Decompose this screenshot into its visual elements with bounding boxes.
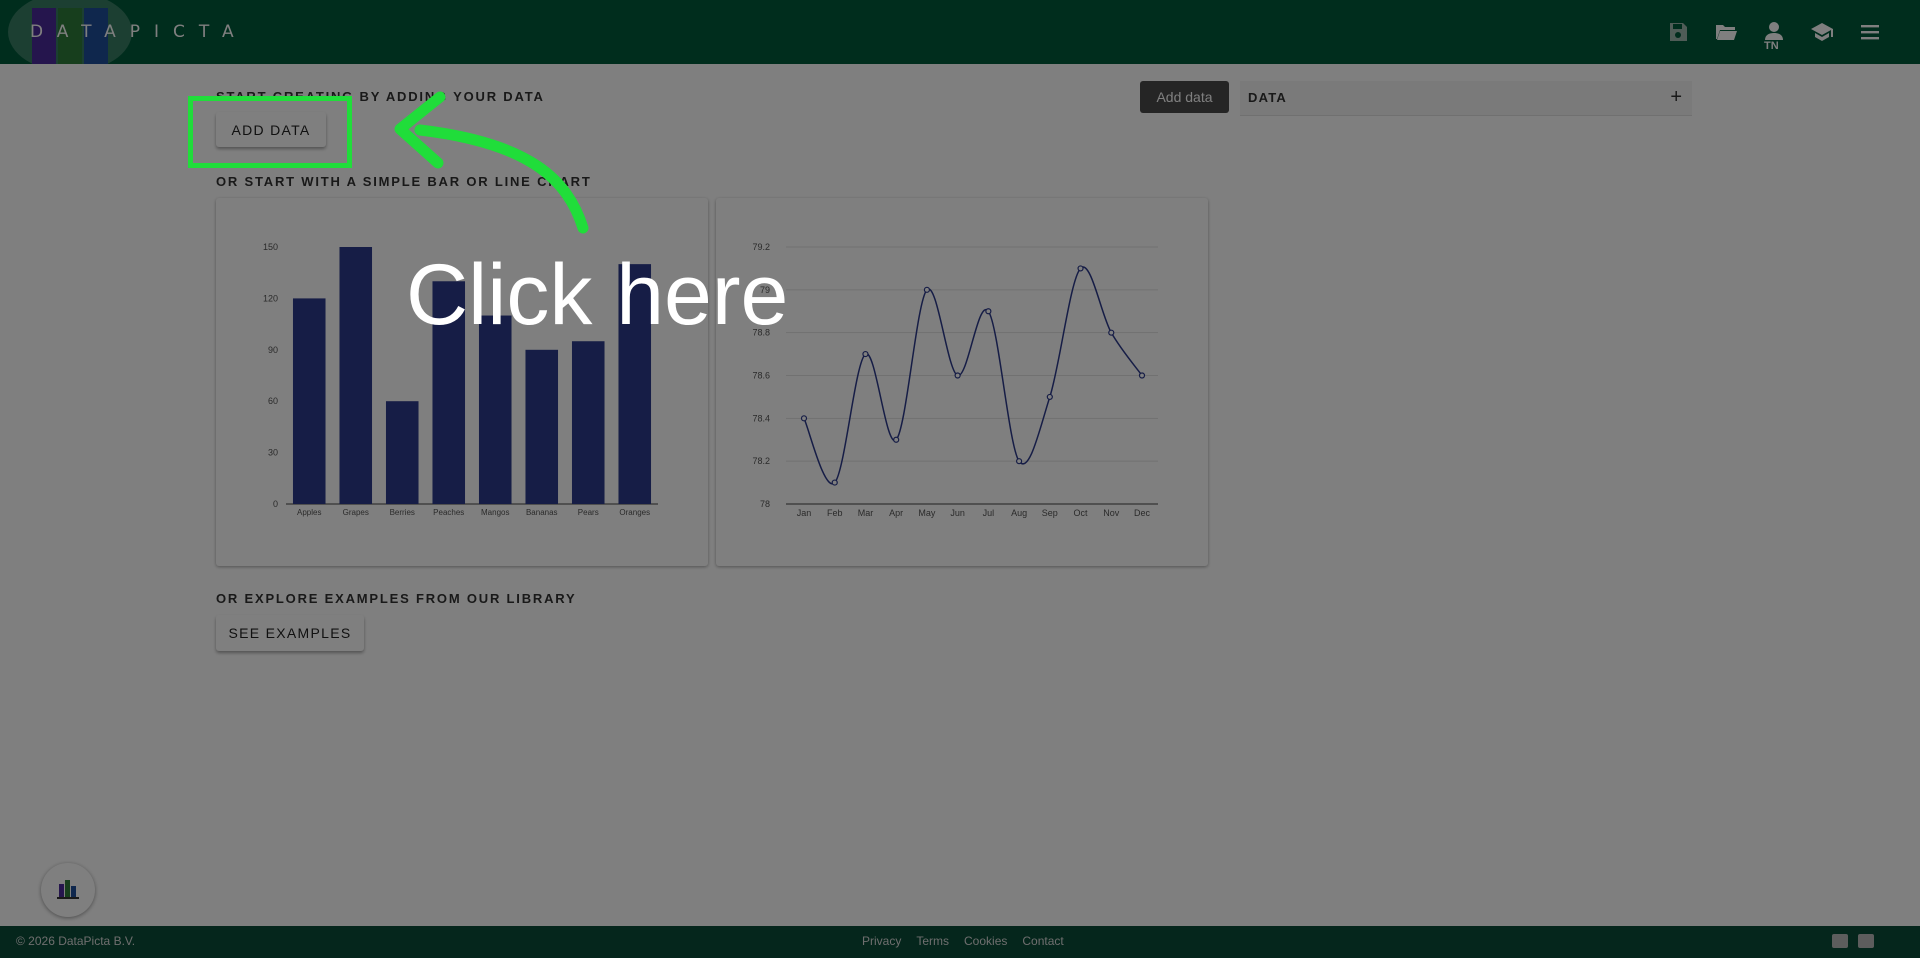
bar-mangos [478, 315, 512, 504]
bar-bananas [525, 349, 559, 504]
cookies-link[interactable]: Cookies [964, 934, 1007, 948]
app-header: DATAPICTA TN [0, 0, 1920, 72]
x-tick-label: Berries [390, 508, 415, 517]
point-jan [800, 415, 808, 422]
logo[interactable]: DATAPICTA [8, 0, 234, 72]
x-tick-label: Oct [1074, 508, 1089, 518]
y-tick-label: 30 [268, 448, 278, 458]
x-tick-label: Apr [889, 508, 903, 518]
y-tick-label: 120 [263, 293, 278, 303]
x-tick-label: Grapes [343, 508, 369, 517]
x-tick-label: Mangos [481, 508, 509, 517]
x-tick-label: Jul [983, 508, 995, 518]
point-dec [1138, 372, 1146, 379]
point-jun [954, 372, 961, 379]
highlight-box [188, 96, 352, 168]
user-icon[interactable]: TN [1760, 18, 1788, 52]
y-tick-label: 60 [268, 396, 278, 406]
x-tick-label: Aug [1011, 508, 1027, 518]
x-tick-label: Dec [1134, 508, 1151, 518]
point-mar [862, 350, 869, 358]
point-jul [985, 308, 992, 315]
school-icon[interactable] [1808, 18, 1836, 46]
folder-open-icon[interactable] [1712, 18, 1740, 46]
point-apr [893, 436, 900, 443]
point-aug [1015, 458, 1023, 465]
x-tick-label: Bananas [526, 508, 558, 517]
x-tick-label: May [918, 508, 936, 518]
y-tick-label: 0 [273, 499, 278, 509]
youtube-icon[interactable] [1832, 934, 1848, 948]
line-chart: 7878.278.478.678.87979.2Jan Feb Mar Apr May J… [752, 242, 1158, 518]
x-tick-label: Jun [950, 508, 965, 518]
header-icons: TN [1664, 0, 1884, 64]
point-sep [1046, 393, 1053, 401]
terms-link[interactable]: Terms [916, 934, 949, 948]
x-tick-label: Apples [297, 508, 321, 517]
x-tick-label: Oranges [619, 508, 650, 517]
x-tick-label: Jan [797, 508, 812, 518]
line-chart-card[interactable]: 78 78.2 78.4 78.6 78.8 79 79.2 Jan Feb Mar Apr May J… [716, 198, 1208, 566]
y-tick-label: 78.4 [752, 413, 770, 423]
x-tick-label: Pears [578, 508, 599, 517]
social-icons [1832, 934, 1874, 948]
privacy-link[interactable]: Privacy [862, 934, 901, 948]
copyright: © 2026 DataPicta B.V. [16, 934, 136, 948]
x-tick-label: Sep [1042, 508, 1058, 518]
curved-arrow-icon [394, 91, 589, 234]
point-feb [831, 479, 838, 486]
y-tick-label: 90 [268, 345, 278, 355]
bar-pears [571, 341, 605, 504]
add-plus-icon[interactable]: + [1670, 86, 1682, 109]
contact-link[interactable]: Contact [1022, 934, 1063, 948]
data-panel[interactable]: DATA + [1240, 81, 1692, 116]
user-initials: TN [1764, 40, 1779, 52]
y-tick-label: 78.6 [752, 371, 770, 381]
click-here-text: Click here [406, 247, 789, 343]
data-panel-label: DATA [1248, 90, 1287, 105]
linkedin-icon[interactable] [1858, 934, 1874, 948]
point-nov [1108, 329, 1115, 336]
footer: © 2026 DataPicta B.V. Privacy Terms Cook… [0, 926, 1920, 958]
chart-fab-button[interactable] [41, 863, 95, 917]
x-tick-label: Feb [827, 508, 843, 518]
point-oct [1077, 265, 1084, 272]
footer-links: Privacy Terms Cookies Contact [862, 934, 1064, 948]
x-tick-label: Nov [1103, 508, 1120, 518]
add-data-dark-button[interactable]: Add data [1140, 81, 1229, 113]
x-tick-label: Mar [858, 508, 874, 518]
bar-berries [385, 401, 419, 504]
x-tick-label: Peaches [433, 508, 464, 517]
save-icon[interactable] [1664, 18, 1692, 46]
y-tick-label: 78 [760, 499, 770, 509]
bar-grapes [339, 247, 373, 504]
y-tick-label: 150 [263, 242, 278, 252]
y-tick-label: 78.2 [752, 456, 770, 466]
bar-chart-icon [57, 880, 79, 899]
bar-apples [292, 298, 326, 504]
menu-icon[interactable] [1856, 18, 1884, 46]
point-may [923, 286, 931, 293]
see-examples-button[interactable]: SEE EXAMPLES [216, 615, 364, 651]
explore-label: OR EXPLORE EXAMPLES FROM OUR LIBRARY [216, 591, 577, 606]
logo-text: DATAPICTA [30, 22, 248, 42]
